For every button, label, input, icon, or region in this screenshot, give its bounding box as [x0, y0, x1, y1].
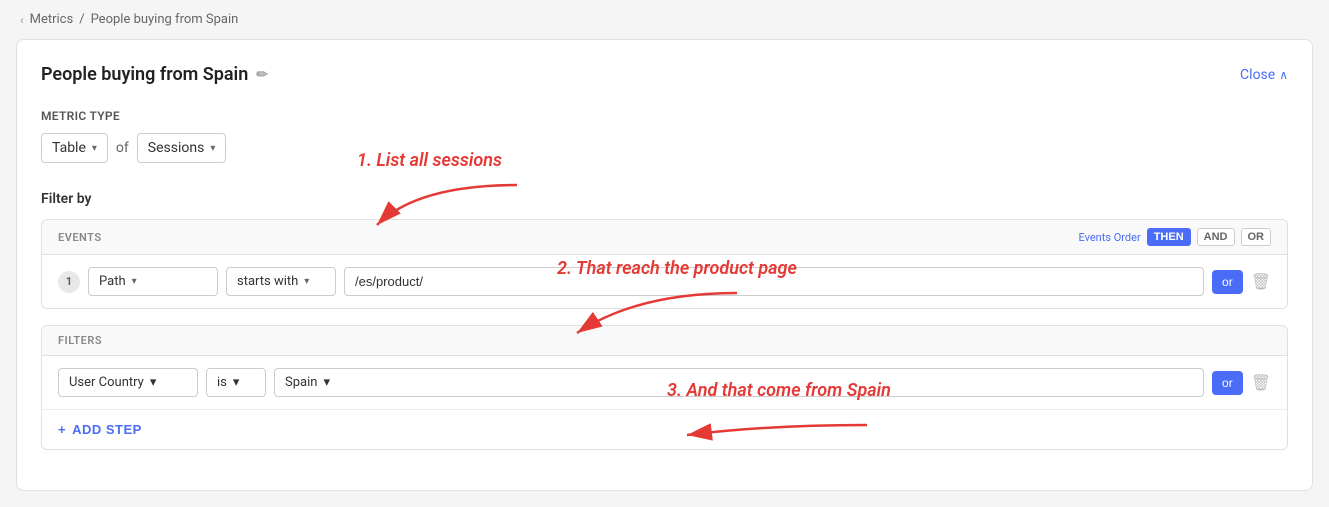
spain-value: Spain — [285, 375, 317, 390]
is-dropdown[interactable]: is ▾ — [206, 368, 266, 397]
card-header: People buying from Spain ✏ Close ∧ — [41, 64, 1288, 85]
spain-chevron-icon: ▾ — [323, 375, 330, 390]
user-country-dropdown[interactable]: User Country ▾ — [58, 368, 198, 397]
user-country-label: User Country — [69, 375, 144, 390]
row-number-badge: 1 — [58, 271, 80, 293]
main-card: 1. List all sessions 2. That reach the p… — [16, 39, 1313, 491]
card-title: People buying from Spain ✏ — [41, 64, 268, 85]
table-dropdown[interactable]: Table ▾ — [41, 133, 108, 163]
path-value-input[interactable] — [344, 267, 1204, 296]
filters-filter-section: FILTERS User Country ▾ is ▾ Spain ▾ or 🗑… — [41, 325, 1288, 450]
sessions-dropdown[interactable]: Sessions ▾ — [137, 133, 227, 163]
filters-header-text: FILTERS — [58, 334, 102, 347]
events-section-header: EVENTS Events Order THEN AND OR — [42, 220, 1287, 255]
is-label: is — [217, 375, 227, 390]
breadcrumb-bar: ‹ Metrics / People buying from Spain — [0, 0, 1329, 39]
of-text: of — [116, 140, 129, 156]
then-button[interactable]: THEN — [1147, 228, 1191, 246]
add-step-plus-icon: + — [58, 422, 66, 437]
breadcrumb-current: People buying from Spain — [91, 12, 239, 27]
close-button[interactable]: Close ∧ — [1240, 67, 1288, 83]
breadcrumb-parent[interactable]: Metrics — [30, 12, 74, 27]
close-chevron-icon: ∧ — [1279, 68, 1288, 82]
card-title-text: People buying from Spain — [41, 64, 248, 85]
events-order-label[interactable]: Events Order — [1078, 231, 1140, 244]
add-step-label: ADD STEP — [72, 422, 142, 437]
filters-section-header: FILTERS — [42, 326, 1287, 356]
sessions-chevron-icon: ▾ — [210, 143, 215, 154]
events-or-button[interactable]: or — [1212, 270, 1243, 294]
path-chevron-icon: ▾ — [132, 276, 137, 287]
close-label: Close — [1240, 67, 1275, 83]
path-dropdown[interactable]: Path ▾ — [88, 267, 218, 296]
events-filter-row: 1 Path ▾ starts with ▾ or 🗑 — [42, 255, 1287, 308]
add-step-button[interactable]: + ADD STEP — [58, 422, 142, 437]
and-button[interactable]: AND — [1197, 228, 1235, 246]
path-label: Path — [99, 274, 126, 289]
events-delete-icon[interactable]: 🗑 — [1251, 272, 1271, 291]
edit-icon[interactable]: ✏ — [256, 67, 268, 83]
filters-delete-icon[interactable]: 🗑 — [1251, 373, 1271, 392]
metric-type-label: Metric Type — [41, 109, 1288, 123]
filters-filter-row: User Country ▾ is ▾ Spain ▾ or 🗑 — [42, 356, 1287, 409]
table-chevron-icon: ▾ — [92, 143, 97, 154]
add-step-row: + ADD STEP — [42, 409, 1287, 449]
is-chevron-icon: ▾ — [233, 375, 240, 390]
events-header-text: EVENTS — [58, 231, 102, 244]
or-button[interactable]: OR — [1241, 228, 1272, 246]
metric-type-row: Table ▾ of Sessions ▾ — [41, 133, 1288, 163]
user-country-chevron-icon: ▾ — [150, 375, 157, 390]
condition-label: starts with — [237, 274, 298, 289]
events-filter-section: EVENTS Events Order THEN AND OR 1 Path ▾… — [41, 219, 1288, 309]
spain-dropdown[interactable]: Spain ▾ — [274, 368, 1204, 397]
events-order-container: Events Order THEN AND OR — [1078, 228, 1271, 246]
condition-chevron-icon: ▾ — [304, 276, 309, 287]
filter-by-label: Filter by — [41, 191, 1288, 207]
filters-or-button[interactable]: or — [1212, 371, 1243, 395]
breadcrumb-chevron: ‹ — [20, 13, 24, 27]
table-value: Table — [52, 140, 86, 156]
sessions-value: Sessions — [148, 140, 205, 156]
condition-dropdown[interactable]: starts with ▾ — [226, 267, 336, 296]
breadcrumb-separator: / — [79, 12, 84, 27]
